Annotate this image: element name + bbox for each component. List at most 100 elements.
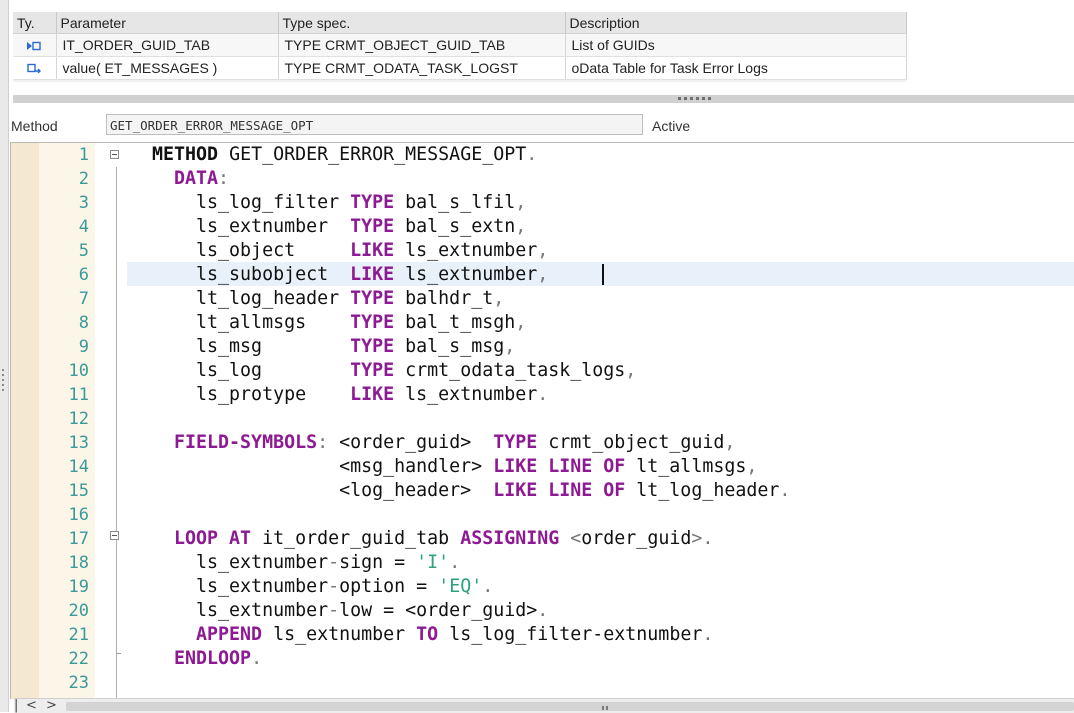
code-token: , bbox=[504, 336, 516, 357]
collapse-method-icon[interactable] bbox=[110, 150, 119, 159]
code-token: order_guid bbox=[581, 528, 692, 549]
code-token: GET_ORDER_ERROR_MESSAGE_OPT bbox=[229, 144, 527, 165]
method-bar: Method GET_ORDER_ERROR_MESSAGE_OPT Activ… bbox=[9, 113, 1074, 141]
code-line[interactable]: ls_protype LIKE ls_extnumber. bbox=[152, 383, 548, 407]
code-token: bal_t_msgh bbox=[394, 312, 516, 333]
parameter-cell[interactable]: IT_ORDER_GUID_TAB bbox=[56, 33, 279, 57]
code-line[interactable]: lt_log_header TYPE balhdr_t, bbox=[152, 287, 504, 311]
scrollbar-thumb[interactable] bbox=[66, 702, 1074, 711]
code-token: , bbox=[724, 432, 736, 453]
left-splitter-grip[interactable] bbox=[1, 366, 6, 396]
code-token: . bbox=[702, 624, 714, 645]
code-token: : bbox=[218, 168, 230, 189]
scroll-right-button[interactable]: > bbox=[46, 699, 57, 713]
code-token: : bbox=[317, 432, 329, 453]
code-keyword: DATA bbox=[174, 168, 219, 189]
code-token: ls_extnumber bbox=[196, 576, 329, 597]
code-token: crmt_object_guid bbox=[537, 432, 725, 453]
type-cell[interactable] bbox=[13, 33, 57, 57]
column-header-type[interactable]: Ty. bbox=[13, 12, 57, 34]
fold-guide-line bbox=[116, 167, 117, 699]
line-number: 1 bbox=[78, 145, 89, 165]
code-keyword: TYPE bbox=[493, 432, 538, 453]
code-line[interactable]: ENDLOOP. bbox=[152, 647, 262, 671]
code-token: , bbox=[515, 216, 527, 237]
code-line[interactable]: ls_extnumber TYPE bal_s_extn, bbox=[152, 215, 526, 239]
code-line[interactable]: ls_extnumber-option = 'EQ'. bbox=[152, 575, 493, 599]
table-row[interactable]: value( ET_MESSAGES ) TYPE CRMT_ODATA_TAS… bbox=[13, 56, 907, 80]
parameter-table-panel: Ty. Parameter Type spec. Description IT_… bbox=[13, 12, 907, 82]
code-token: crmt_odata_task_logs bbox=[394, 360, 626, 381]
collapse-loop-icon[interactable] bbox=[110, 531, 119, 540]
code-token: sign = bbox=[339, 552, 417, 573]
type-cell[interactable] bbox=[13, 56, 57, 80]
code-line[interactable]: <msg_handler> LIKE LINE OF lt_allmsgs, bbox=[152, 455, 757, 479]
code-line[interactable]: ls_msg TYPE bal_s_msg, bbox=[152, 335, 515, 359]
type-spec-cell[interactable]: TYPE CRMT_OBJECT_GUID_TAB bbox=[278, 33, 566, 57]
code-token: lt_allmsgs bbox=[196, 312, 351, 333]
horizontal-scrollbar[interactable]: | < > bbox=[14, 698, 1074, 713]
column-header-parameter[interactable]: Parameter bbox=[56, 12, 279, 34]
code-line[interactable]: ls_object LIKE ls_extnumber, bbox=[152, 239, 548, 263]
code-token: , bbox=[537, 240, 549, 261]
code-keyword: LIKE bbox=[350, 240, 395, 261]
type-spec-cell[interactable]: TYPE CRMT_ODATA_TASK_LOGST bbox=[278, 56, 566, 80]
code-token: bal_s_lfil bbox=[394, 192, 516, 213]
splitter-grip[interactable] bbox=[678, 97, 714, 101]
code-line[interactable]: METHOD GET_ORDER_ERROR_MESSAGE_OPT. bbox=[152, 143, 537, 167]
description-cell[interactable]: oData Table for Task Error Logs bbox=[565, 56, 907, 80]
code-editor[interactable]: 1 METHOD GET_ORDER_ERROR_MESSAGE_OPT. 2 DA… bbox=[10, 142, 1074, 699]
code-line[interactable]: FIELD-SYMBOLS: <order_guid> TYPE crmt_ob… bbox=[152, 431, 735, 455]
code-token: option = bbox=[339, 576, 439, 597]
code-token: ls_extnumber bbox=[394, 384, 538, 405]
code-line[interactable]: APPEND ls_extnumber TO ls_log_filter-ext… bbox=[152, 623, 713, 647]
code-token: bal_s_msg bbox=[394, 336, 505, 357]
code-token: , bbox=[515, 192, 527, 213]
code-line[interactable]: ls_log TYPE crmt_odata_task_logs, bbox=[152, 359, 636, 383]
horizontal-splitter[interactable] bbox=[13, 95, 1074, 103]
code-token: ls_log_filter-extnumber bbox=[438, 624, 703, 645]
code-token: ls_log bbox=[196, 360, 351, 381]
code-token: ls_extnumber bbox=[196, 600, 329, 621]
code-keyword: TYPE bbox=[350, 216, 395, 237]
column-header-description[interactable]: Description bbox=[565, 12, 907, 34]
code-line[interactable]: ls_subobject LIKE ls_extnumber, bbox=[152, 263, 548, 287]
table-header-row: Ty. Parameter Type spec. Description bbox=[13, 12, 907, 34]
code-keyword: LIKE LINE OF bbox=[493, 480, 626, 501]
fold-column bbox=[95, 143, 125, 699]
code-token: low = <order_guid> bbox=[339, 600, 538, 621]
importing-parameter-icon bbox=[27, 41, 41, 51]
code-token: it_order_guid_tab bbox=[251, 528, 461, 549]
code-keyword: TYPE bbox=[350, 336, 395, 357]
breakpoint-margin[interactable] bbox=[11, 143, 39, 699]
code-line[interactable]: ls_extnumber-sign = 'I'. bbox=[152, 551, 460, 575]
parameter-cell[interactable]: value( ET_MESSAGES ) bbox=[56, 56, 279, 80]
code-keyword: LOOP AT bbox=[174, 528, 252, 549]
code-line[interactable]: <log_header> LIKE LINE OF lt_log_header. bbox=[152, 479, 790, 503]
column-header-type-spec[interactable]: Type spec. bbox=[278, 12, 566, 34]
code-token: <msg_handler> bbox=[339, 456, 494, 477]
left-panel-edge bbox=[0, 0, 9, 712]
code-line[interactable]: ls_log_filter TYPE bal_s_lfil, bbox=[152, 191, 526, 215]
code-line[interactable]: LOOP AT it_order_guid_tab ASSIGNING <ord… bbox=[152, 527, 713, 551]
code-line[interactable]: lt_allmsgs TYPE bal_t_msgh, bbox=[152, 311, 526, 335]
description-cell[interactable]: List of GUIDs bbox=[565, 33, 907, 57]
code-token: ls_msg bbox=[196, 336, 351, 357]
table-row[interactable]: IT_ORDER_GUID_TAB TYPE CRMT_OBJECT_GUID_… bbox=[13, 33, 907, 57]
scroll-left-button[interactable]: < bbox=[26, 699, 37, 713]
line-number: 2 bbox=[78, 169, 89, 189]
line-number: 10 bbox=[68, 361, 89, 381]
code-line[interactable]: ls_extnumber-low = <order_guid>. bbox=[152, 599, 548, 623]
line-number: 7 bbox=[78, 289, 89, 309]
code-line[interactable]: DATA: bbox=[152, 167, 229, 191]
method-name-field[interactable]: GET_ORDER_ERROR_MESSAGE_OPT bbox=[106, 114, 643, 135]
activation-status: Active bbox=[652, 118, 691, 134]
